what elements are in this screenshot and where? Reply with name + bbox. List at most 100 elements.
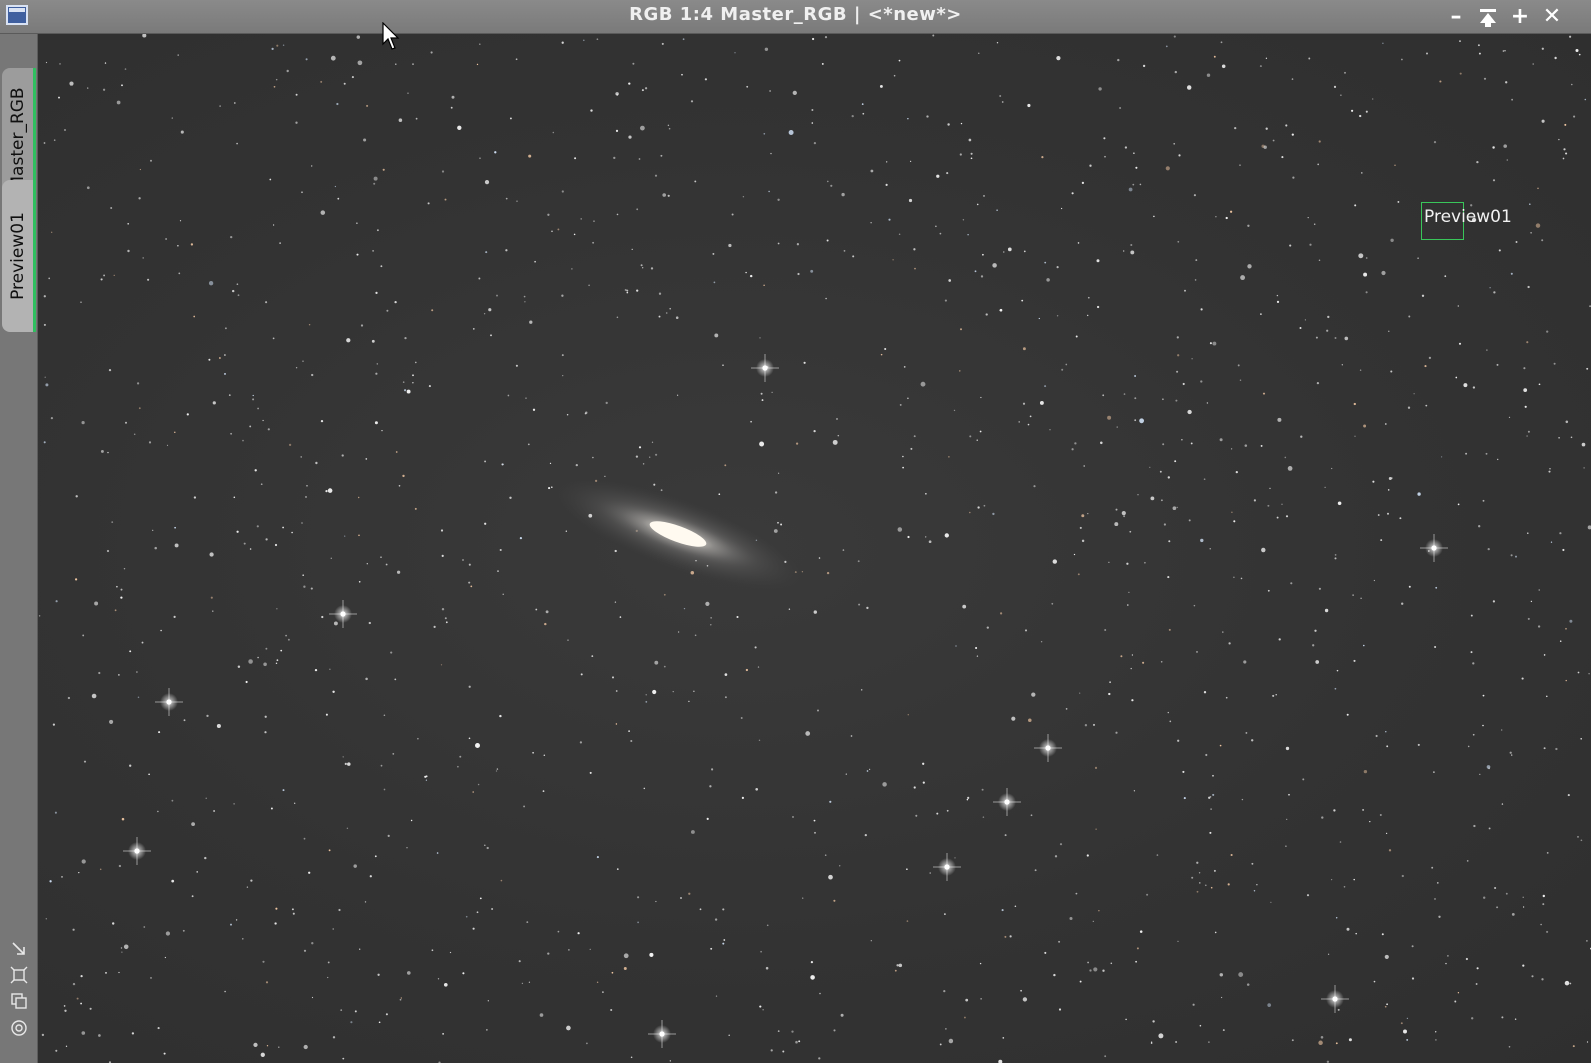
image-canvas[interactable]: Preview01 bbox=[38, 34, 1591, 1063]
star bbox=[1333, 85, 1337, 88]
shade-icon[interactable] bbox=[1475, 4, 1501, 30]
star bbox=[1358, 253, 1364, 259]
maximize-icon[interactable]: + bbox=[1507, 4, 1533, 30]
star bbox=[1479, 773, 1481, 776]
star bbox=[1104, 155, 1106, 158]
star bbox=[1527, 285, 1530, 289]
star bbox=[1030, 814, 1033, 817]
star bbox=[1340, 94, 1342, 96]
star bbox=[759, 441, 765, 447]
star bbox=[722, 364, 724, 367]
star bbox=[1373, 579, 1376, 582]
target-icon[interactable] bbox=[9, 1019, 29, 1039]
star bbox=[966, 798, 969, 801]
star bbox=[1384, 423, 1387, 425]
star bbox=[303, 837, 306, 840]
star bbox=[547, 952, 550, 955]
star bbox=[1522, 906, 1525, 908]
close-icon[interactable]: ✕ bbox=[1539, 4, 1565, 30]
star bbox=[233, 803, 235, 805]
star bbox=[346, 827, 349, 830]
star bbox=[705, 601, 710, 607]
star bbox=[1330, 878, 1333, 881]
star bbox=[1535, 223, 1541, 228]
star bbox=[1196, 861, 1199, 864]
star bbox=[1083, 465, 1086, 467]
star bbox=[913, 786, 916, 789]
star bbox=[882, 782, 887, 787]
star bbox=[250, 879, 253, 882]
star bbox=[1493, 291, 1496, 294]
star bbox=[773, 529, 778, 533]
star bbox=[1530, 600, 1533, 603]
star bbox=[378, 1021, 381, 1024]
star bbox=[120, 588, 123, 591]
star bbox=[1312, 644, 1315, 647]
star bbox=[285, 634, 288, 637]
star bbox=[443, 982, 448, 987]
star bbox=[314, 668, 318, 672]
star bbox=[147, 278, 150, 281]
star bbox=[650, 267, 654, 270]
star bbox=[1478, 52, 1481, 55]
star bbox=[186, 413, 189, 416]
star bbox=[236, 142, 238, 145]
star bbox=[1470, 614, 1473, 617]
star bbox=[1247, 264, 1252, 269]
star bbox=[450, 106, 453, 109]
star bbox=[1176, 370, 1179, 373]
fit-window-icon[interactable] bbox=[9, 966, 29, 986]
star bbox=[415, 117, 418, 120]
star bbox=[1130, 243, 1133, 247]
clone-window-icon[interactable] bbox=[9, 992, 29, 1012]
star bbox=[1133, 152, 1135, 154]
star bbox=[1023, 250, 1026, 253]
star bbox=[1060, 207, 1063, 210]
star bbox=[740, 717, 743, 719]
star bbox=[810, 975, 815, 980]
star bbox=[152, 529, 154, 531]
star bbox=[1128, 591, 1130, 594]
star bbox=[1278, 638, 1281, 641]
zoom-to-fit-icon[interactable] bbox=[9, 940, 29, 960]
star bbox=[364, 901, 367, 903]
star bbox=[948, 1038, 954, 1044]
star bbox=[811, 122, 814, 124]
star bbox=[219, 105, 221, 107]
star bbox=[80, 301, 82, 304]
star bbox=[1425, 404, 1428, 407]
star bbox=[688, 892, 691, 895]
star bbox=[763, 132, 766, 135]
star bbox=[638, 446, 642, 449]
star bbox=[1482, 724, 1484, 727]
star bbox=[356, 35, 361, 39]
star bbox=[907, 713, 910, 716]
star bbox=[1355, 932, 1357, 935]
star bbox=[770, 1049, 773, 1052]
star bbox=[906, 868, 908, 871]
star bbox=[1027, 103, 1031, 108]
star bbox=[575, 463, 578, 467]
star bbox=[1455, 376, 1458, 379]
star bbox=[936, 812, 939, 815]
star bbox=[551, 486, 553, 488]
star bbox=[121, 84, 123, 87]
star bbox=[282, 789, 285, 792]
star bbox=[208, 358, 211, 361]
star bbox=[731, 213, 734, 216]
star bbox=[631, 248, 633, 251]
star bbox=[500, 879, 503, 882]
star bbox=[1472, 662, 1475, 665]
star bbox=[1394, 164, 1396, 166]
star bbox=[1267, 589, 1270, 592]
star bbox=[992, 263, 997, 268]
star bbox=[850, 735, 853, 737]
star bbox=[1206, 73, 1211, 77]
minimize-icon[interactable]: – bbox=[1443, 4, 1469, 30]
star bbox=[1558, 138, 1560, 141]
star bbox=[1309, 243, 1312, 246]
tab-preview01[interactable]: Preview01 bbox=[2, 180, 36, 332]
star bbox=[724, 673, 728, 676]
star bbox=[1153, 215, 1155, 218]
star bbox=[1001, 909, 1004, 912]
